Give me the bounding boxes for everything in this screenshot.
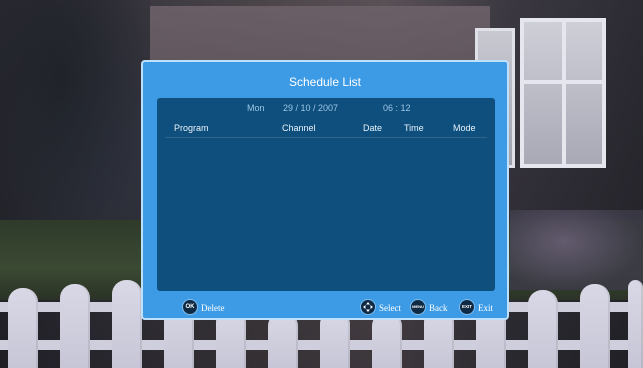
schedule-list-dialog: Schedule List Mon 29 / 10 / 2007 06 : 12… — [141, 60, 509, 320]
menu-key-icon[interactable]: MENU — [411, 300, 425, 314]
current-day: Mon — [247, 103, 265, 113]
column-header-time: Time — [404, 123, 424, 133]
fence-picket — [60, 284, 90, 368]
current-date: 29 / 10 / 2007 — [283, 103, 339, 113]
column-header-mode: Mode — [453, 123, 476, 133]
delete-hint-label: Delete — [201, 303, 225, 313]
header-divider — [165, 137, 487, 138]
fence-picket — [112, 280, 142, 368]
column-header-program: Program — [174, 123, 209, 133]
fence-picket — [580, 284, 610, 368]
select-hint-label: Select — [379, 303, 401, 313]
current-time: 06 : 12 — [383, 103, 411, 113]
key-hint-bar: OK Delete Select MENU Back EXIT Exit — [143, 299, 507, 317]
exit-key-icon[interactable]: EXIT — [460, 300, 474, 314]
background-window — [520, 18, 606, 168]
navigation-arrows-icon[interactable] — [361, 300, 375, 314]
ok-key-icon[interactable]: OK — [183, 300, 197, 314]
fence-picket — [528, 290, 558, 368]
dialog-title: Schedule List — [288, 75, 362, 89]
table-header: Program Channel Date Time Mode — [157, 120, 495, 136]
back-hint-label: Back — [429, 303, 448, 313]
current-datetime: Mon 29 / 10 / 2007 06 : 12 — [157, 103, 495, 117]
fence-picket — [372, 312, 402, 368]
exit-hint-label: Exit — [478, 303, 493, 313]
column-header-date: Date — [363, 123, 383, 133]
fence-picket — [628, 280, 643, 368]
column-header-channel: Channel — [282, 123, 316, 133]
schedule-list-panel[interactable]: Mon 29 / 10 / 2007 06 : 12 Program Chann… — [157, 98, 495, 291]
tv-screen: Schedule List Mon 29 / 10 / 2007 06 : 12… — [0, 0, 643, 368]
fence-picket — [268, 312, 298, 368]
fence-picket — [8, 288, 38, 368]
